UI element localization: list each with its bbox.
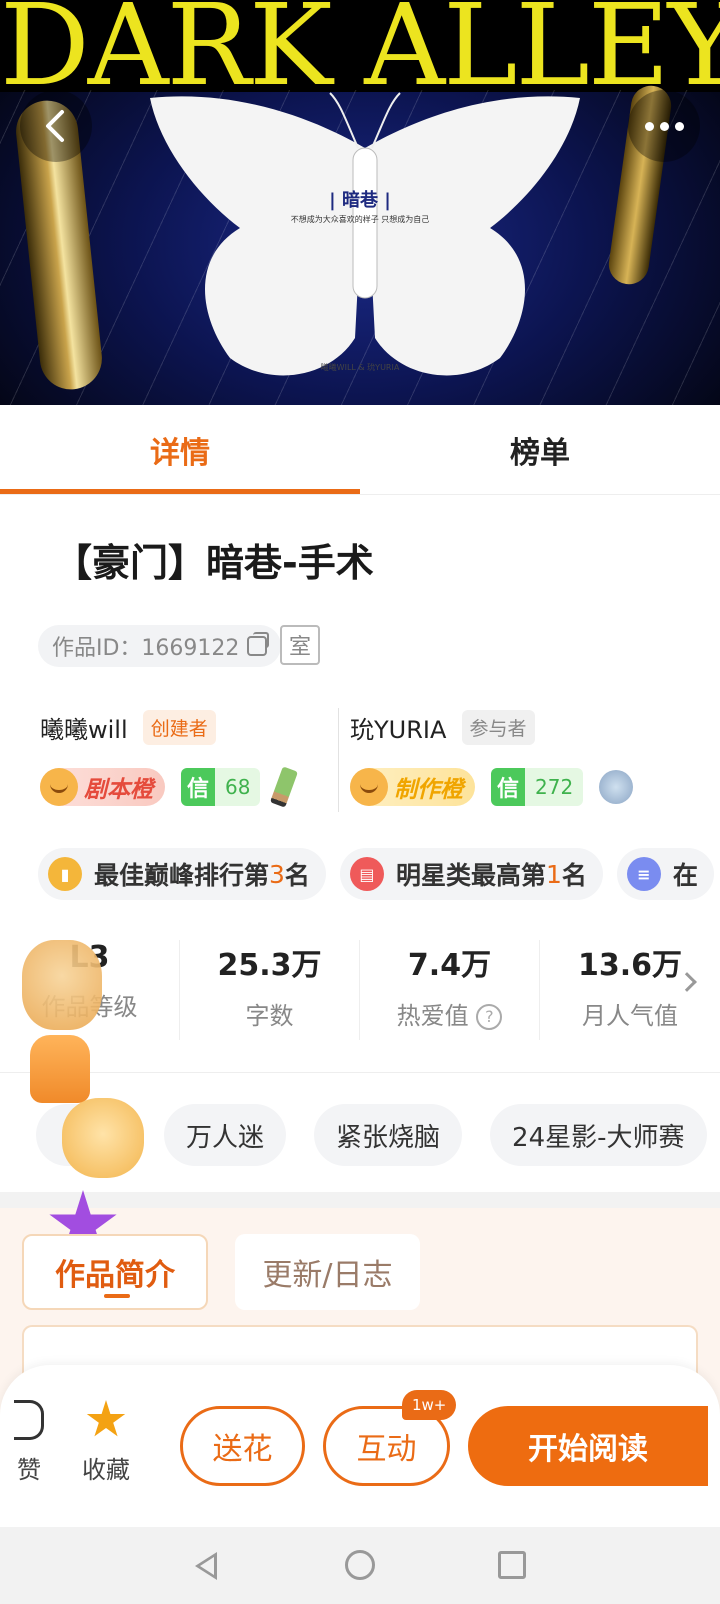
tab-intro[interactable]: 作品简介 bbox=[22, 1234, 208, 1310]
level-badge-label: 剧本橙 bbox=[84, 777, 153, 803]
help-icon[interactable]: ? bbox=[476, 1004, 503, 1030]
nav-home-icon[interactable] bbox=[345, 1550, 375, 1580]
cover-credit: 曦曦WILL & 玧YURIA bbox=[320, 363, 400, 372]
author-name: 玧YURIA bbox=[350, 716, 447, 744]
rank-chip-star[interactable]: ▤ 明星类最高第 1 名 bbox=[339, 848, 603, 900]
author-name: 曦曦will bbox=[40, 716, 128, 744]
stat-monthly: 13.6万 月人气值 bbox=[540, 940, 720, 1040]
level-face-icon bbox=[350, 768, 388, 806]
level-badge[interactable]: 剧本橙 bbox=[40, 768, 165, 806]
work-id-pill[interactable]: 作品ID：1669122 bbox=[38, 625, 282, 667]
divider bbox=[0, 1072, 720, 1073]
work-title: 【豪门】暗巷-手术 bbox=[54, 541, 374, 585]
detail-tabs: 详情 榜单 bbox=[0, 405, 720, 495]
mascot-dog-sticker bbox=[22, 940, 102, 1030]
like-button[interactable]: 赞 bbox=[14, 1400, 44, 1485]
cover-title-art: DARK ALLEY bbox=[0, 0, 720, 98]
chevron-left-icon bbox=[46, 110, 64, 142]
rank-text: 在 bbox=[672, 861, 698, 890]
rank-chip-more[interactable]: ≡ 在 bbox=[616, 848, 714, 900]
author-creator[interactable]: 曦曦will 创建者 bbox=[40, 710, 216, 745]
cover-slogan: 不想成为大众喜欢的样子 只想成为自己 bbox=[290, 215, 430, 224]
rank-text: 明星类最高第 bbox=[395, 861, 546, 890]
level-badge[interactable]: 制作橙 bbox=[350, 768, 475, 806]
chart-icon: ▮ bbox=[48, 857, 82, 891]
doc-icon: ≡ bbox=[626, 857, 661, 891]
stat-value: 7.4万 bbox=[407, 948, 492, 983]
participant-badges: 制作橙 信 272 bbox=[350, 768, 634, 806]
dog-icon bbox=[599, 770, 634, 804]
thumbs-up-sticker bbox=[30, 1035, 90, 1103]
more-dot bbox=[659, 121, 669, 131]
stat-value: 25.3万 bbox=[217, 948, 322, 983]
credit-badge[interactable]: 信 272 bbox=[491, 768, 584, 806]
cheer-dog-sticker bbox=[62, 1098, 144, 1178]
more-button[interactable] bbox=[628, 90, 700, 162]
rank-number: 3 bbox=[269, 859, 285, 889]
stat-label: 字数 bbox=[245, 1002, 294, 1030]
start-reading-button[interactable]: 开始阅读 bbox=[468, 1406, 708, 1486]
stat-love: 7.4万 热爱值 ? bbox=[360, 940, 540, 1040]
credit-badge[interactable]: 信 68 bbox=[181, 768, 261, 806]
tab-update-log[interactable]: 更新/日志 bbox=[235, 1234, 420, 1310]
credit-label: 信 bbox=[181, 768, 215, 806]
level-badge-label: 制作橙 bbox=[394, 777, 463, 803]
rank-suffix: 名 bbox=[284, 861, 310, 890]
cover-work-name: | 暗巷 | bbox=[329, 190, 391, 211]
credit-label: 信 bbox=[491, 768, 525, 806]
pencil-icon bbox=[270, 766, 299, 808]
tab-rankings[interactable]: 榜单 bbox=[360, 405, 720, 494]
stats-row[interactable]: L3 作品等级 25.3万 字数 7.4万 热爱值 ? 13.6万 月人气值 bbox=[0, 940, 720, 1040]
copy-icon bbox=[247, 632, 270, 656]
credit-value: 272 bbox=[525, 768, 584, 806]
rank-chips: ▮ 最佳巅峰排行第 3 名 ▤ 明星类最高第 1 名 ≡ 在 bbox=[38, 848, 714, 900]
rank-text: 最佳巅峰排行第 bbox=[94, 861, 270, 890]
rank-suffix: 名 bbox=[561, 861, 587, 890]
author-divider bbox=[338, 708, 339, 812]
tag-item[interactable]: 紧张烧脑 bbox=[314, 1104, 463, 1166]
tab-details[interactable]: 详情 bbox=[0, 405, 360, 494]
favorite-button[interactable]: 收藏 bbox=[78, 1400, 134, 1485]
stat-label: 热爱值 bbox=[396, 1002, 469, 1030]
stat-label: 月人气值 bbox=[582, 1002, 678, 1030]
more-dot bbox=[674, 121, 684, 131]
star-icon bbox=[86, 1400, 126, 1437]
role-tag-creator: 创建者 bbox=[142, 710, 216, 745]
nav-back-icon[interactable] bbox=[195, 1552, 217, 1580]
thumbs-up-icon bbox=[14, 1400, 44, 1440]
tag-item[interactable]: 万人迷 bbox=[164, 1104, 287, 1166]
back-button[interactable] bbox=[20, 90, 92, 162]
credit-value: 68 bbox=[215, 768, 261, 806]
rank-number: 1 bbox=[545, 859, 562, 889]
more-dots-icon bbox=[644, 121, 654, 131]
favorite-label: 收藏 bbox=[82, 1456, 130, 1484]
role-tag-participant: 参与者 bbox=[461, 710, 535, 745]
butterfly-image bbox=[150, 92, 580, 376]
rank-chip-peak[interactable]: ▮ 最佳巅峰排行第 3 名 bbox=[38, 848, 326, 900]
tag-item[interactable]: 24星影-大师赛 bbox=[490, 1104, 707, 1166]
calendar-icon: ▤ bbox=[349, 857, 384, 891]
send-flower-button[interactable]: 送花 bbox=[180, 1406, 305, 1486]
nav-recents-icon[interactable] bbox=[498, 1551, 526, 1579]
section-gap bbox=[0, 1192, 720, 1208]
stat-label-wrap: 热爱值 ? bbox=[360, 996, 539, 1031]
like-label: 赞 bbox=[17, 1456, 41, 1484]
stat-word-count: 25.3万 字数 bbox=[180, 940, 360, 1040]
work-id-text: 作品ID：1669122 bbox=[52, 636, 240, 661]
cover-banner: DARK ALLEY | 暗巷 | 不想成为大众喜欢的样子 只想成为自己 曦曦W… bbox=[0, 0, 720, 405]
interact-count-badge: 1w+ bbox=[402, 1390, 457, 1420]
level-face-icon bbox=[40, 768, 78, 806]
room-badge[interactable]: 室 bbox=[280, 625, 320, 665]
author-participant[interactable]: 玧YURIA 参与者 bbox=[350, 710, 535, 745]
creator-badges: 剧本橙 信 68 bbox=[40, 766, 299, 808]
